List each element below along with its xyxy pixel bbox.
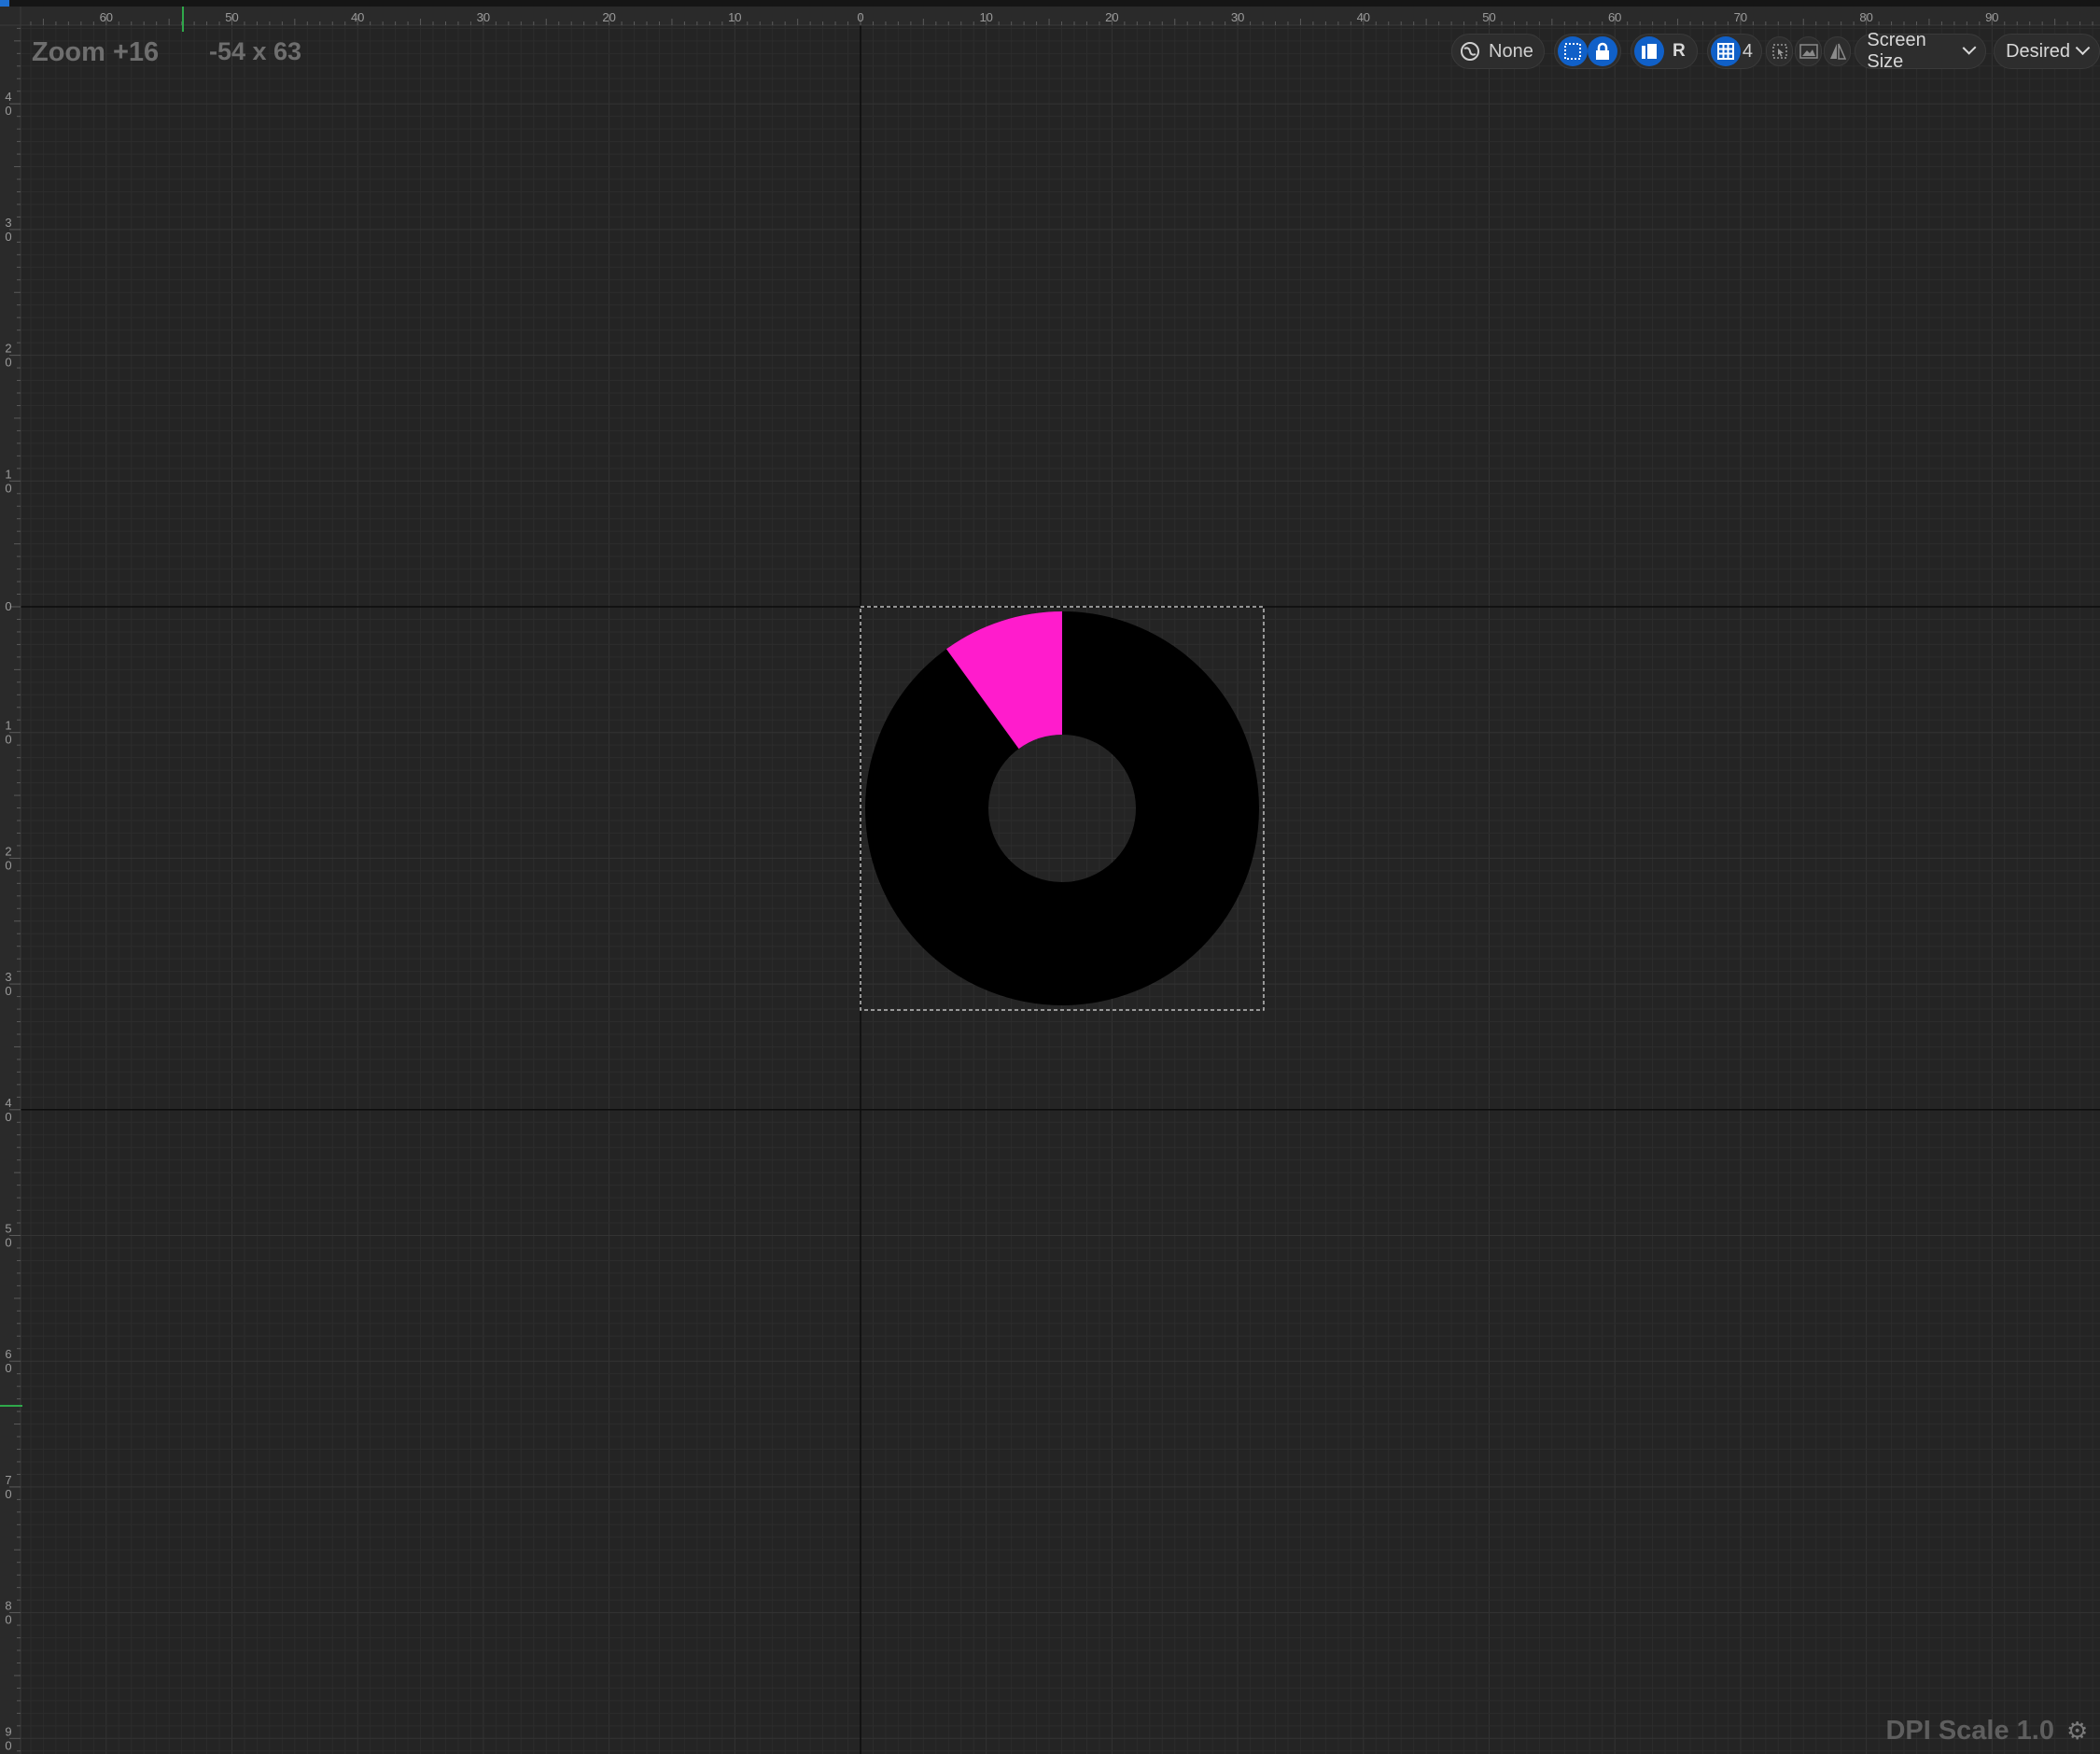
- designer-viewport[interactable]: 60 50 40 30 20 10 0 10 20 30 40 50 60 70 80 90 4 0 3 0 2 0 1 0 0…: [0, 0, 2100, 1754]
- cursor-icon[interactable]: [1765, 36, 1794, 66]
- fill-mode-label: Desired: [2006, 40, 2071, 62]
- localize-group: R: [1630, 34, 1698, 69]
- flip-icon[interactable]: [1824, 36, 1852, 66]
- fill-mode-dropdown[interactable]: Desired: [1994, 34, 2100, 69]
- radial-progress-widget[interactable]: [0, 0, 2100, 1754]
- screen-size-dropdown[interactable]: Screen Size: [1855, 30, 1987, 72]
- grid-snap-value[interactable]: 4: [1741, 41, 1758, 63]
- grid-icon[interactable]: [1710, 36, 1741, 66]
- background-mode-label: None: [1489, 40, 1533, 62]
- globe-icon[interactable]: [1455, 36, 1485, 66]
- background-mode-group[interactable]: None: [1451, 34, 1545, 69]
- bounds-lock-group: [1553, 34, 1621, 69]
- chevron-down-icon: [2075, 39, 2091, 55]
- respect-locks-button[interactable]: R: [1664, 36, 1694, 66]
- zoom-label: Zoom +16: [32, 37, 160, 67]
- dpi-scale-label: DPI Scale 1.0: [1885, 1716, 2054, 1746]
- grid-snap-group: 4: [1706, 34, 1762, 69]
- top-edge-accent: [0, 0, 9, 7]
- map-icon[interactable]: [1633, 36, 1664, 66]
- cursor-coordinate-readout: -54 x 63: [209, 37, 302, 65]
- lock-icon[interactable]: [1587, 36, 1617, 66]
- gear-icon[interactable]: ⚙: [2066, 1719, 2091, 1743]
- designer-toolbar: None R 4 Screen Size Desired: [1451, 30, 2100, 72]
- image-icon[interactable]: [1795, 36, 1823, 66]
- respect-locks-label: R: [1672, 41, 1686, 61]
- chevron-down-icon: [1962, 40, 1977, 55]
- top-edge-strip: [0, 0, 2100, 7]
- screen-size-label: Screen Size: [1867, 30, 1926, 72]
- dotted-square-icon[interactable]: [1557, 36, 1588, 66]
